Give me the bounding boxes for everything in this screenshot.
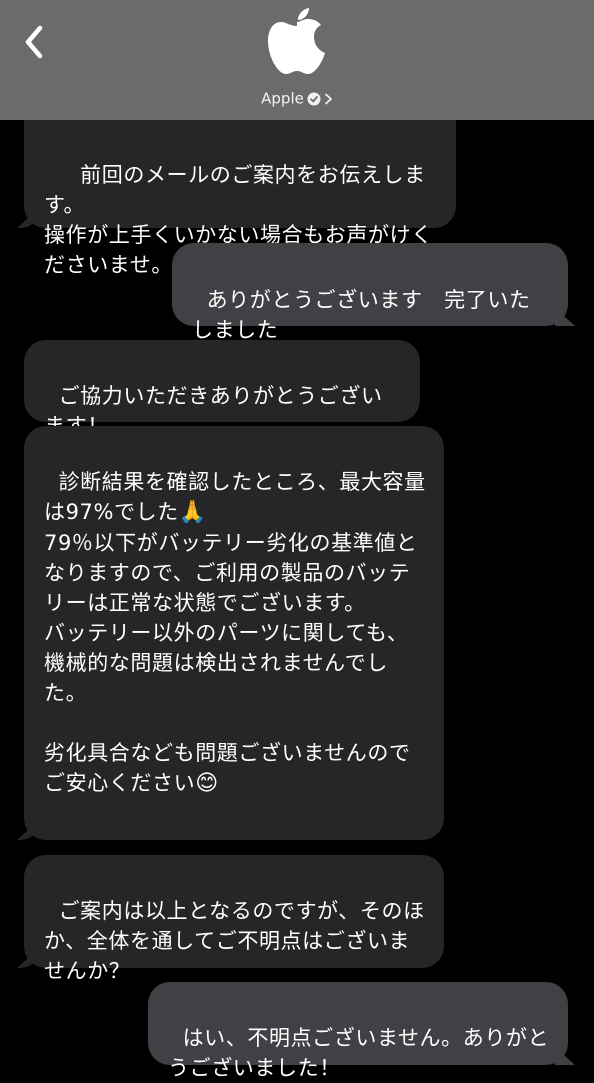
message-bubble-incoming: ご案内は以上となるのですが、そのほか、全体を通してご不明点はございませんか？ [24, 855, 444, 983]
message-text: ありがとうございます 完了いたしました [192, 288, 531, 342]
chevron-left-icon [25, 25, 43, 59]
contact-name: Apple [261, 89, 304, 108]
conversation-header: Apple [0, 0, 594, 120]
smiling-face-emoji: 😊 [195, 771, 219, 796]
contact-name-row[interactable]: Apple [0, 88, 594, 109]
message-bubble-outgoing: ありがとうございます 完了いたしました [172, 243, 568, 342]
message-text: ご案内は以上となるのですが、そのほか、全体を通してご不明点はございませんか？ [44, 899, 425, 983]
apple-logo-icon [268, 8, 325, 74]
message-bubble-outgoing: はい、不明点ございません。ありがとうございました！ [148, 982, 568, 1080]
back-button[interactable] [22, 20, 62, 64]
message-text: 診断結果を確認したところ、最大容量は97%でした [44, 470, 426, 524]
chevron-right-icon [324, 93, 332, 104]
message-text: 79％以下がバッテリー劣化の基準値となりますので、ご利用の製品のバッテリーは正常… [44, 531, 418, 795]
message-bubble-incoming: ご協力いただきありがとうございます！ [24, 340, 420, 438]
contact-avatar[interactable] [266, 8, 328, 78]
message-bubble-incoming: 診断結果を確認したところ、最大容量は97%でした🙏 79％以下がバッテリー劣化の… [24, 426, 444, 840]
folded-hands-emoji: 🙏 [178, 500, 207, 525]
verified-badge-icon [307, 92, 321, 105]
message-text: はい、不明点ございません。ありがとうございました！ [168, 1026, 550, 1080]
